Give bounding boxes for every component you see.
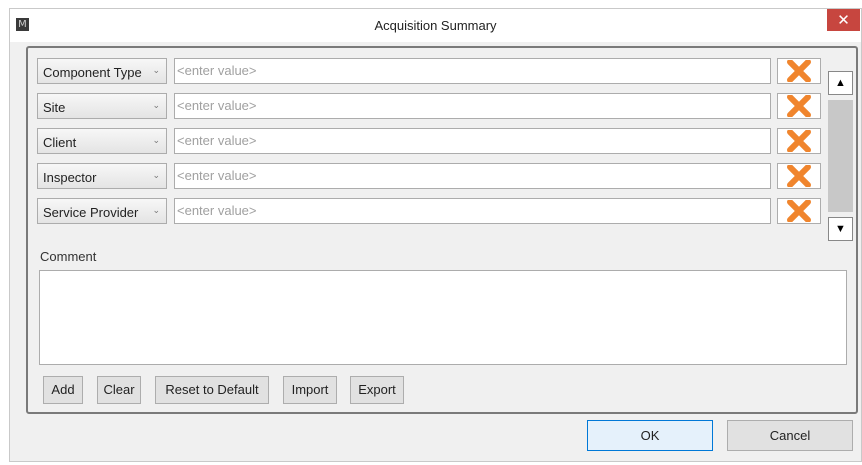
ok-button[interactable]: OK bbox=[587, 420, 713, 451]
chevron-down-icon: ⌄ bbox=[152, 205, 160, 215]
delete-row-button[interactable] bbox=[777, 163, 821, 189]
field-type-label: Client bbox=[43, 135, 77, 150]
clear-button[interactable]: Clear bbox=[97, 376, 141, 404]
comment-label: Comment bbox=[40, 249, 97, 264]
delete-row-button[interactable] bbox=[777, 198, 821, 224]
chevron-down-icon: ⌄ bbox=[152, 170, 160, 180]
orange-x-icon bbox=[787, 200, 811, 222]
field-type-dropdown[interactable]: Client ⌄ bbox=[37, 128, 167, 154]
field-list: Component Type ⌄ <enter value> Site ⌄ <e… bbox=[37, 58, 829, 230]
chevron-down-icon: ⌄ bbox=[152, 135, 160, 145]
delete-row-button[interactable] bbox=[777, 93, 821, 119]
title-bar: M Acquisition Summary ✕ bbox=[10, 9, 861, 42]
field-value-input[interactable]: <enter value> bbox=[174, 58, 771, 84]
field-row-site: Site ⌄ <enter value> bbox=[37, 93, 829, 121]
orange-x-icon bbox=[787, 60, 811, 82]
field-type-label: Service Provider bbox=[43, 205, 139, 220]
close-button[interactable]: ✕ bbox=[827, 9, 860, 31]
dialog-window: M Acquisition Summary ✕ Component Type ⌄… bbox=[9, 8, 862, 462]
field-row-service-provider: Service Provider ⌄ <enter value> bbox=[37, 198, 829, 226]
field-type-label: Component Type bbox=[43, 65, 142, 80]
export-button[interactable]: Export bbox=[350, 376, 404, 404]
field-type-dropdown[interactable]: Inspector ⌄ bbox=[37, 163, 167, 189]
field-value-input[interactable]: <enter value> bbox=[174, 163, 771, 189]
field-value-input[interactable]: <enter value> bbox=[174, 198, 771, 224]
field-type-label: Site bbox=[43, 100, 66, 115]
scroll-thumb[interactable] bbox=[828, 100, 853, 212]
orange-x-icon bbox=[787, 165, 811, 187]
field-row-component-type: Component Type ⌄ <enter value> bbox=[37, 58, 829, 86]
field-list-scrollbar[interactable]: ▲ ▼ bbox=[828, 71, 853, 241]
scroll-down-button[interactable]: ▼ bbox=[828, 217, 853, 241]
delete-row-button[interactable] bbox=[777, 128, 821, 154]
reset-to-default-button[interactable]: Reset to Default bbox=[155, 376, 269, 404]
import-button[interactable]: Import bbox=[283, 376, 337, 404]
field-type-dropdown[interactable]: Service Provider ⌄ bbox=[37, 198, 167, 224]
field-value-input[interactable]: <enter value> bbox=[174, 128, 771, 154]
field-type-dropdown[interactable]: Site ⌄ bbox=[37, 93, 167, 119]
orange-x-icon bbox=[787, 95, 811, 117]
cancel-button[interactable]: Cancel bbox=[727, 420, 853, 451]
window-title: Acquisition Summary bbox=[374, 18, 497, 33]
add-button[interactable]: Add bbox=[43, 376, 83, 404]
summary-panel: Component Type ⌄ <enter value> Site ⌄ <e… bbox=[26, 46, 858, 414]
scroll-up-button[interactable]: ▲ bbox=[828, 71, 853, 95]
delete-row-button[interactable] bbox=[777, 58, 821, 84]
chevron-down-icon: ⌄ bbox=[152, 100, 160, 110]
orange-x-icon bbox=[787, 130, 811, 152]
field-value-input[interactable]: <enter value> bbox=[174, 93, 771, 119]
field-type-label: Inspector bbox=[43, 170, 97, 185]
field-row-client: Client ⌄ <enter value> bbox=[37, 128, 829, 156]
field-row-inspector: Inspector ⌄ <enter value> bbox=[37, 163, 829, 191]
chevron-down-icon: ⌄ bbox=[152, 65, 160, 75]
field-type-dropdown[interactable]: Component Type ⌄ bbox=[37, 58, 167, 84]
comment-textarea[interactable] bbox=[39, 270, 847, 365]
